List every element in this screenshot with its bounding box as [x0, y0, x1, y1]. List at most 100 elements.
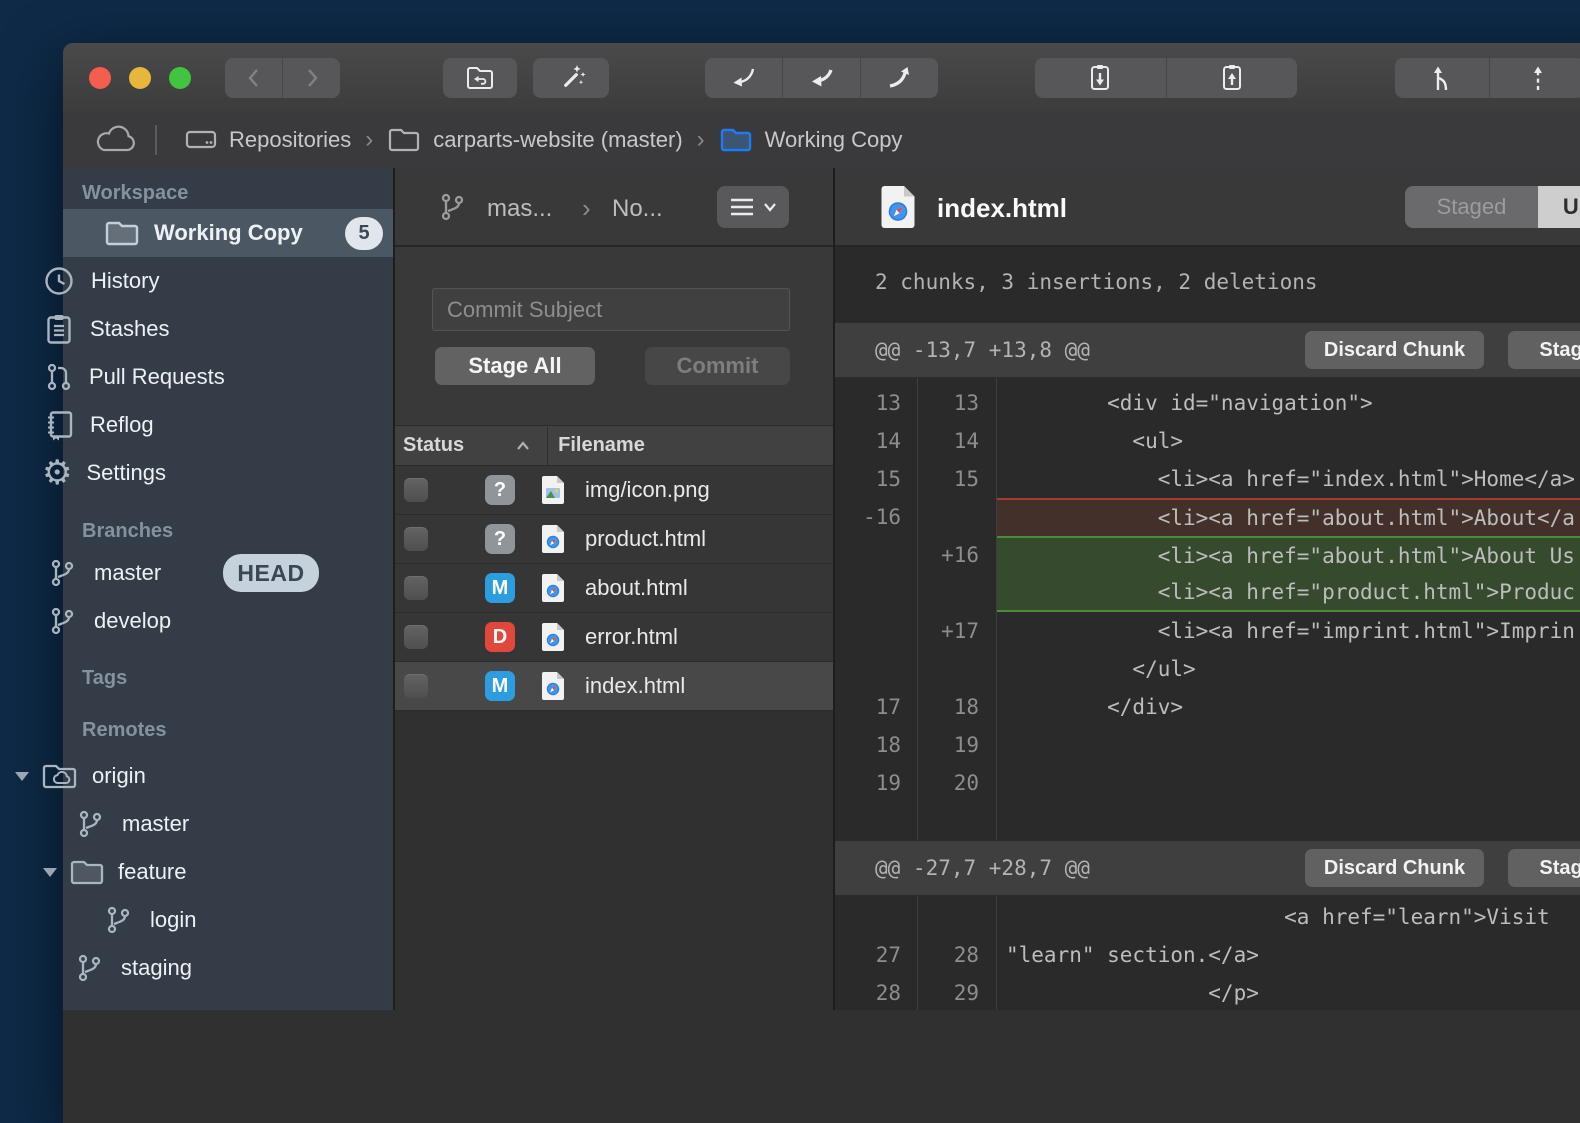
diff-line-deletion[interactable]: -16 <li><a href="about.html">About</a	[835, 498, 1580, 536]
branch-icon	[48, 557, 78, 589]
commit-crumb[interactable]: No...	[612, 195, 663, 223]
breadcrumb-repositories[interactable]: Repositories	[229, 127, 351, 153]
file-list-header: Status Filename	[395, 425, 833, 466]
file-row[interactable]: D error.html	[395, 613, 833, 662]
forward-button[interactable]	[282, 58, 340, 98]
back-button[interactable]	[225, 58, 282, 98]
stage-checkbox[interactable]	[404, 576, 428, 600]
sidebar-item-history[interactable]: History	[0, 257, 330, 305]
diff-line[interactable]: 1313 <div id="navigation">	[835, 384, 1580, 422]
remote-branch-label: staging	[121, 955, 192, 981]
chevron-right-icon	[302, 66, 322, 90]
stage-chunk-button[interactable]: Stage Chunk	[1508, 331, 1580, 369]
discard-chunk-button[interactable]: Discard Chunk	[1305, 849, 1484, 887]
file-row[interactable]: ? img/icon.png	[395, 466, 833, 515]
diff-line[interactable]: 1819	[835, 726, 1580, 764]
diff-line[interactable]: 1414 <ul>	[835, 422, 1580, 460]
sidebar-item-label: Working Copy	[154, 220, 303, 246]
file-name: product.html	[585, 526, 706, 552]
stage-checkbox[interactable]	[404, 674, 428, 698]
sidebar-item-reflog[interactable]: Reflog	[0, 401, 330, 449]
stage-chunk-button[interactable]: Stage Chunk	[1508, 849, 1580, 887]
diff-line[interactable]: 2829 </p>	[835, 974, 1580, 1010]
stash-button[interactable]	[1035, 58, 1166, 98]
stage-checkbox[interactable]	[404, 478, 428, 502]
disclosure-triangle-icon[interactable]	[41, 865, 59, 879]
history-nav-group	[225, 58, 340, 98]
sidebar-remote-folder-feature[interactable]: feature	[0, 848, 330, 896]
merge-lanes-icon	[1429, 64, 1455, 92]
file-row[interactable]: ? product.html	[395, 515, 833, 564]
hunk-header: @@ -27,7 +28,7 @@ Discard Chunk Stage Ch…	[835, 840, 1580, 896]
minimize-window-button[interactable]	[129, 67, 151, 89]
remote-folder-label: feature	[118, 859, 187, 885]
pull-button[interactable]	[782, 58, 861, 98]
breadcrumb-repo[interactable]: carparts-website (master)	[433, 127, 682, 153]
sort-ascending-icon[interactable]	[516, 441, 530, 451]
remote-label: origin	[92, 763, 146, 789]
branch-label: develop	[94, 608, 171, 634]
cloud-icon[interactable]	[95, 125, 137, 155]
file-name: error.html	[585, 624, 678, 650]
sidebar-item-pull-requests[interactable]: Pull Requests	[0, 353, 330, 401]
diff-line-addition[interactable]: +16 <li><a href="about.html">About Us	[835, 536, 1580, 574]
stage-checkbox[interactable]	[404, 625, 428, 649]
file-list: ? img/icon.png ? product.html M about.ht…	[395, 466, 833, 711]
apply-stash-button[interactable]	[1166, 58, 1298, 98]
diff-summary: 2 chunks, 3 insertions, 2 deletions	[875, 270, 1318, 294]
staged-tab[interactable]: Staged	[1405, 186, 1538, 228]
status-badge: M	[485, 671, 515, 701]
file-row[interactable]: M about.html	[395, 564, 833, 613]
status-column-header[interactable]: Status	[403, 434, 464, 457]
html-file-icon	[540, 621, 566, 653]
discard-chunk-button[interactable]: Discard Chunk	[1305, 331, 1484, 369]
diff-line[interactable]: 1718 </div>	[835, 688, 1580, 726]
diff-line[interactable]: 1515 <li><a href="index.html">Home</a>	[835, 460, 1580, 498]
close-window-button[interactable]	[89, 67, 111, 89]
sidebar-remote-branch-master[interactable]: master	[0, 800, 330, 848]
column-divider[interactable]	[547, 427, 548, 465]
diff-line[interactable]: 2728"learn" section.</a>	[835, 936, 1580, 974]
file-name: img/icon.png	[585, 477, 710, 503]
disclosure-triangle-icon[interactable]	[13, 769, 31, 783]
sidebar-item-stashes[interactable]: Stashes	[0, 305, 330, 353]
chevron-left-icon	[244, 66, 264, 90]
diff-line[interactable]: </ul>	[835, 650, 1580, 688]
sidebar-branch-master[interactable]: master HEAD	[0, 549, 330, 597]
head-badge: HEAD	[223, 554, 319, 592]
diff-line-addition[interactable]: <li><a href="product.html">Produc	[835, 574, 1580, 612]
commit-subject-input[interactable]	[432, 288, 790, 331]
fetch-button[interactable]	[705, 58, 782, 98]
diff-line[interactable]: 1920	[835, 764, 1580, 802]
diff-code-hunk-1: 1313 <div id="navigation"> 1414 <ul> 151…	[835, 378, 1580, 840]
stash-group	[1035, 58, 1297, 98]
push-button[interactable]	[860, 58, 938, 98]
merge-button[interactable]	[1395, 58, 1489, 98]
folder-return-icon	[465, 65, 495, 91]
diff-line[interactable]: +17 <li><a href="imprint.html">Imprin	[835, 612, 1580, 650]
open-repository-button[interactable]	[443, 58, 517, 98]
stash-icon	[1088, 63, 1112, 93]
stage-all-button[interactable]: Stage All	[435, 347, 595, 385]
unstaged-tab[interactable]: Unstaged	[1538, 186, 1580, 228]
sidebar-item-working-copy[interactable]: Working Copy 5	[63, 209, 393, 257]
sidebar-remote-origin[interactable]: origin	[0, 752, 330, 800]
quick-actions-button[interactable]	[533, 58, 609, 98]
zoom-window-button[interactable]	[169, 67, 191, 89]
chevron-separator-icon: ›	[697, 126, 705, 154]
filename-column-header[interactable]: Filename	[558, 434, 645, 457]
sidebar-branch-develop[interactable]: develop	[0, 597, 330, 645]
sidebar-item-settings[interactable]: ⚙ Settings	[0, 449, 330, 497]
commit-button[interactable]: Commit	[645, 347, 790, 385]
breadcrumb-section[interactable]: Working Copy	[765, 127, 903, 153]
branch-crumb[interactable]: mas...	[487, 195, 552, 223]
sidebar-remote-branch-login[interactable]: login	[0, 896, 330, 944]
list-options-button[interactable]	[717, 186, 789, 228]
diff-code-hunk-2: <a href="learn">Visit 2728"learn" sectio…	[835, 896, 1580, 1010]
stage-checkbox[interactable]	[404, 527, 428, 551]
sidebar-item-label: Pull Requests	[89, 364, 225, 390]
file-row-selected[interactable]: M index.html	[395, 662, 833, 711]
diff-line[interactable]: <a href="learn">Visit	[835, 898, 1580, 936]
sidebar-remote-branch-staging[interactable]: staging	[0, 944, 330, 992]
rebase-button[interactable]	[1489, 58, 1580, 98]
